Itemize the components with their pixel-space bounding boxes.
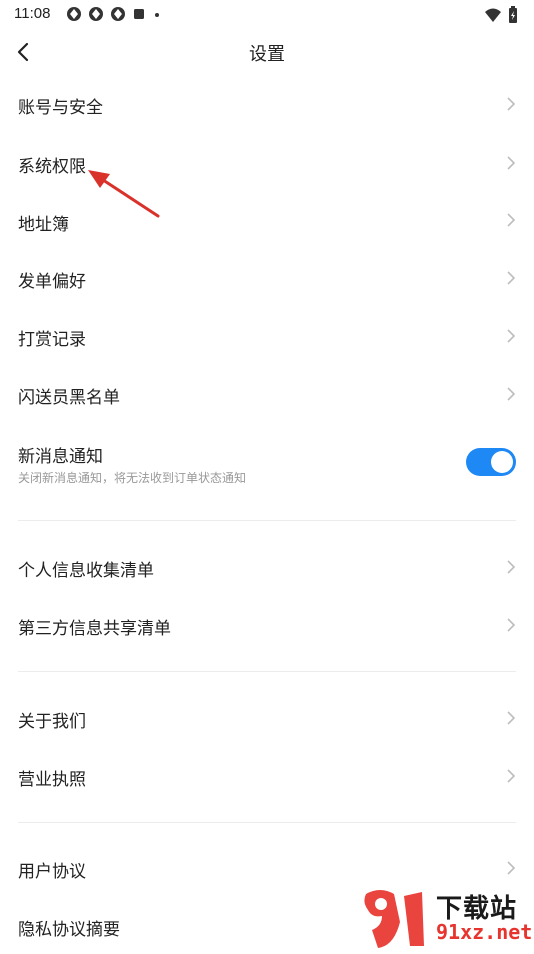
settings-item-label: 地址簿 bbox=[18, 215, 69, 235]
chevron-right-icon bbox=[507, 560, 516, 574]
section-divider bbox=[18, 671, 516, 672]
chevron-right-icon bbox=[507, 213, 516, 227]
settings-item-label: 发单偏好 bbox=[18, 272, 86, 292]
annotation-arrow-icon bbox=[88, 170, 160, 218]
toggle-knob bbox=[491, 451, 513, 473]
chevron-right-icon bbox=[507, 329, 516, 343]
notification-toggle[interactable] bbox=[466, 448, 516, 476]
dot-icon bbox=[155, 13, 159, 17]
settings-item-label: 用户协议 bbox=[18, 862, 86, 882]
chevron-right-icon bbox=[507, 618, 516, 632]
wifi-icon bbox=[485, 8, 501, 22]
settings-item-label: 打赏记录 bbox=[18, 330, 86, 350]
nav-bar: 设置 bbox=[0, 28, 534, 76]
settings-item-label: 系统权限 bbox=[18, 157, 86, 177]
section-divider bbox=[18, 520, 516, 521]
app-notification-icon bbox=[89, 7, 103, 21]
settings-item-tip-records[interactable]: 打赏记录 bbox=[0, 308, 534, 364]
notification-icons bbox=[66, 6, 162, 22]
settings-item-label: 闪送员黑名单 bbox=[18, 388, 120, 408]
chevron-right-icon bbox=[507, 387, 516, 401]
page-title: 设置 bbox=[249, 44, 285, 65]
settings-item-order-preference[interactable]: 发单偏好 bbox=[0, 250, 534, 306]
settings-item-label: 个人信息收集清单 bbox=[18, 561, 154, 581]
settings-item-label: 隐私协议摘要 bbox=[18, 920, 120, 940]
section-divider bbox=[18, 822, 516, 823]
settings-item-business-license[interactable]: 营业执照 bbox=[0, 748, 534, 804]
status-time: 11:08 bbox=[14, 5, 51, 22]
settings-item-third-party-sharing-list[interactable]: 第三方信息共享清单 bbox=[0, 597, 534, 653]
settings-item-label: 关于我们 bbox=[18, 712, 86, 732]
settings-item-new-message-notification: 新消息通知 关闭新消息通知，将无法收到订单状态通知 bbox=[0, 430, 534, 500]
settings-item-courier-blacklist[interactable]: 闪送员黑名单 bbox=[0, 366, 534, 422]
chevron-right-icon bbox=[507, 271, 516, 285]
notification-description: 关闭新消息通知，将无法收到订单状态通知 bbox=[18, 471, 247, 485]
settings-item-label: 账号与安全 bbox=[18, 98, 103, 118]
notification-label: 新消息通知 bbox=[18, 447, 103, 467]
settings-item-account-security[interactable]: 账号与安全 bbox=[0, 76, 534, 132]
chevron-right-icon bbox=[507, 97, 516, 111]
settings-item-personal-info-list[interactable]: 个人信息收集清单 bbox=[0, 539, 534, 595]
chevron-right-icon bbox=[507, 769, 516, 783]
square-notification-icon bbox=[134, 9, 144, 19]
app-notification-icon bbox=[111, 7, 125, 21]
watermark-url: 91xz.net bbox=[436, 920, 533, 944]
app-notification-icon bbox=[67, 7, 81, 21]
battery-charging-icon bbox=[509, 6, 517, 23]
settings-item-about-us[interactable]: 关于我们 bbox=[0, 690, 534, 746]
settings-item-label: 第三方信息共享清单 bbox=[18, 619, 171, 639]
chevron-right-icon bbox=[507, 711, 516, 725]
chevron-right-icon bbox=[507, 861, 516, 875]
chevron-right-icon bbox=[507, 156, 516, 170]
status-bar: 11:08 bbox=[0, 0, 534, 28]
system-icons bbox=[484, 6, 518, 24]
settings-item-label: 营业执照 bbox=[18, 770, 86, 790]
